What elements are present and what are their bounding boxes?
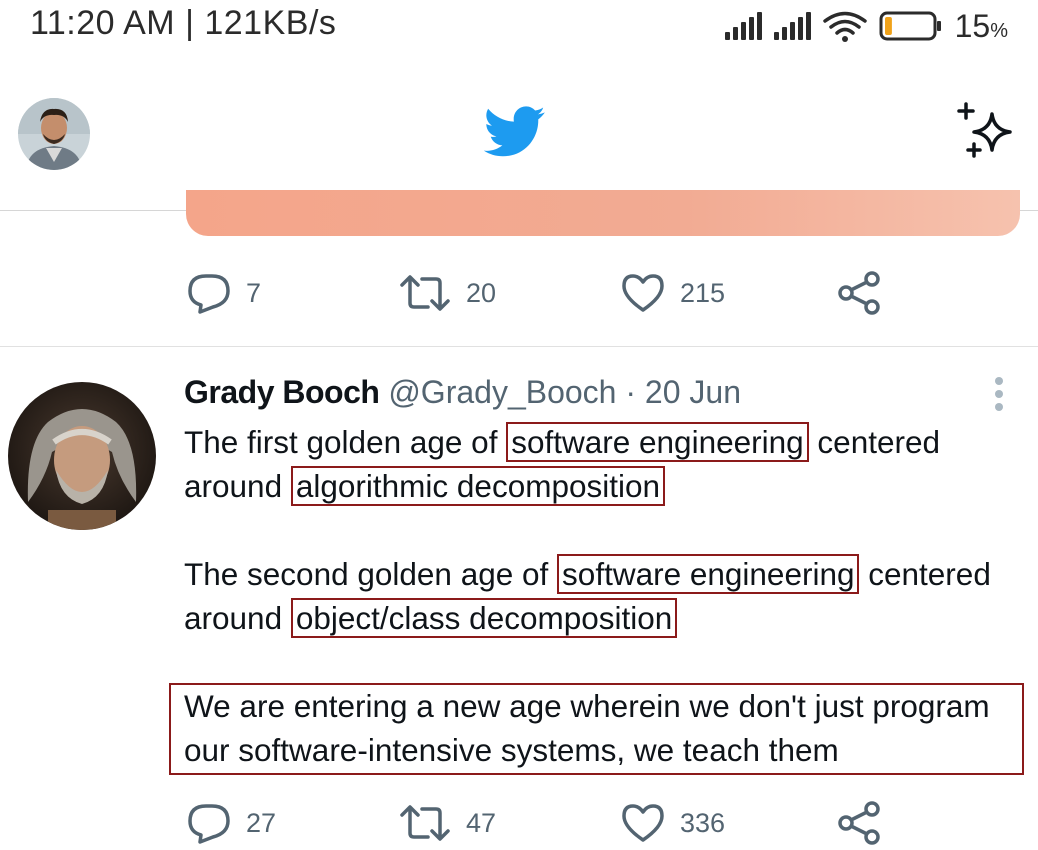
tweet-paragraph: The second golden age of software engine… xyxy=(184,554,991,638)
reply-count: 27 xyxy=(246,807,277,838)
tweet-divider xyxy=(0,346,1038,347)
reply-icon xyxy=(188,804,230,844)
retweet-button[interactable]: 47 xyxy=(398,803,620,843)
tweet-actions: 7 20 215 xyxy=(186,268,906,318)
annotation-highlight: object/class decomposition xyxy=(290,598,678,638)
retweet-button[interactable]: 20 xyxy=(398,273,620,313)
twitter-bird-icon[interactable] xyxy=(484,106,546,158)
retweet-icon xyxy=(400,275,450,311)
share-icon xyxy=(838,801,880,845)
share-button[interactable] xyxy=(836,270,884,316)
reply-button[interactable]: 27 xyxy=(186,802,398,844)
battery-percent: 15% xyxy=(954,7,1008,44)
media-card[interactable] xyxy=(186,190,1020,236)
like-count: 215 xyxy=(680,277,726,308)
profile-avatar[interactable] xyxy=(18,98,90,170)
annotation-highlight: software engineering xyxy=(557,554,860,594)
wifi-icon xyxy=(822,11,867,42)
like-count: 336 xyxy=(680,807,726,838)
more-options-icon[interactable] xyxy=(992,374,1006,414)
separator-dot: · xyxy=(625,374,637,410)
annotation-highlight: algorithmic decomposition xyxy=(290,466,666,506)
status-bar: 11:20 AM | 121KB/s 15% xyxy=(0,0,1038,56)
retweet-count: 47 xyxy=(466,807,497,838)
heart-icon xyxy=(622,804,664,842)
author-handle[interactable]: @Grady_Booch xyxy=(388,374,616,410)
tweet-paragraph: The first golden age of software enginee… xyxy=(184,422,941,506)
like-button[interactable]: 215 xyxy=(620,272,836,314)
retweet-icon xyxy=(400,805,450,841)
like-button[interactable]: 336 xyxy=(620,802,836,844)
sparkle-icon[interactable] xyxy=(952,100,1022,170)
status-icons: 15% xyxy=(724,6,1008,46)
author-name[interactable]: Grady Booch xyxy=(184,374,380,410)
annotation-box xyxy=(169,683,1024,775)
tweet-actions: 27 47 336 xyxy=(186,798,906,848)
share-button[interactable] xyxy=(836,800,884,846)
author-avatar[interactable] xyxy=(8,382,156,530)
annotation-highlight: software engineering xyxy=(506,422,809,462)
signal-icon xyxy=(724,12,762,40)
tweet-header: Grady Booch @Grady_Booch · 20 Jun xyxy=(184,374,741,411)
app-header xyxy=(0,56,1038,211)
signal-icon xyxy=(773,12,811,40)
battery-icon xyxy=(879,11,941,41)
tweet-date[interactable]: 20 Jun xyxy=(645,374,741,410)
reply-icon xyxy=(188,274,230,314)
reply-button[interactable]: 7 xyxy=(186,272,398,314)
status-time-speed: 11:20 AM | 121KB/s xyxy=(30,4,337,42)
share-icon xyxy=(838,271,880,315)
reply-count: 7 xyxy=(246,277,262,308)
retweet-count: 20 xyxy=(466,277,497,308)
heart-icon xyxy=(622,274,664,312)
